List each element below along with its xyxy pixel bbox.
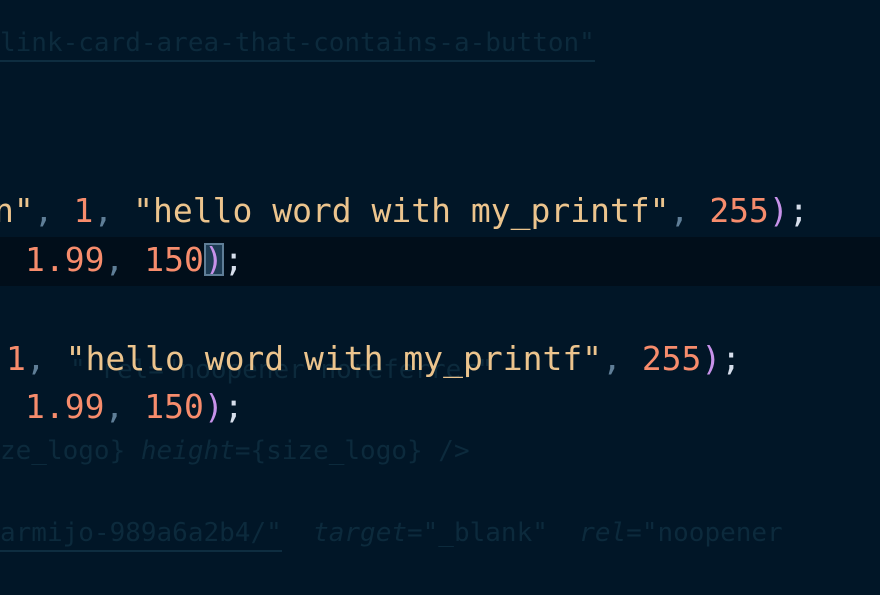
number-literal: 1.99 xyxy=(25,240,105,279)
comma: , xyxy=(33,191,54,230)
code-line-2[interactable]: 1.99, 150); xyxy=(25,243,244,276)
code-line-1[interactable]: n", 1, "hello word with my_printf", 255)… xyxy=(0,194,809,227)
number-literal: 255 xyxy=(641,339,702,378)
ghost-line-bottom: armijo-989a6a2b4/" target="_blank" rel="… xyxy=(0,518,783,552)
number-literal: 1.99 xyxy=(25,387,105,426)
ghost-link-text: armijo-989a6a2b4/" xyxy=(0,518,282,552)
code-line-3[interactable]: 1, "hello word with my_printf", 255); xyxy=(6,342,741,375)
string-fragment: n" xyxy=(0,191,34,230)
number-literal: 150 xyxy=(144,240,204,279)
ghost-text: ="noopener xyxy=(626,518,783,548)
ghost-line-top: link-card-area-that-contains-a-button" xyxy=(0,28,595,62)
comma: , xyxy=(93,191,114,230)
string-literal: "hello word with my_printf" xyxy=(133,191,670,230)
comma: , xyxy=(104,240,125,279)
close-paren: ) xyxy=(701,339,722,378)
ghost-text: ze_logo} xyxy=(0,436,126,466)
close-paren: ) xyxy=(203,387,224,426)
comma: , xyxy=(669,191,690,230)
code-line-4[interactable]: 1.99, 150); xyxy=(25,390,244,423)
string-literal: "hello word with my_printf" xyxy=(65,339,603,378)
number-literal: 255 xyxy=(709,191,769,230)
close-paren: ) xyxy=(768,191,789,230)
number-literal: 1 xyxy=(73,191,94,230)
semicolon: ; xyxy=(223,387,244,426)
number-literal: 1 xyxy=(6,339,26,378)
comma: , xyxy=(25,339,46,378)
number-literal: 150 xyxy=(144,387,204,426)
ghost-attr: rel xyxy=(579,518,627,548)
ghost-text: height xyxy=(140,436,235,466)
semicolon: ; xyxy=(788,191,809,230)
comma: , xyxy=(104,387,125,426)
semicolon: ; xyxy=(223,240,244,279)
ghost-line-logo: ze_logo} height={size_logo} /> xyxy=(0,438,470,464)
ghost-text: ="_blank" xyxy=(407,518,548,548)
semicolon: ; xyxy=(721,339,742,378)
ghost-text: link-card-area-that-contains-a-button" xyxy=(0,28,595,62)
matched-bracket-cursor[interactable]: ) xyxy=(203,243,224,276)
ghost-text: ={size_logo} /> xyxy=(234,436,470,466)
ghost-attr: target xyxy=(313,518,407,548)
comma: , xyxy=(602,339,622,378)
